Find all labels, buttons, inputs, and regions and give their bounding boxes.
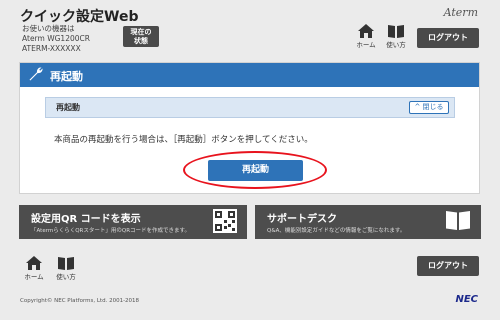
header-usage-button[interactable]: 使い方 <box>384 24 408 49</box>
support-card-desc: Q&A、機能別設定ガイドなどの情報をご覧になれます。 <box>267 228 406 234</box>
header-home-button[interactable]: ホーム <box>354 24 378 49</box>
panel-header: 再起動 <box>20 63 479 87</box>
footer-logout-button[interactable]: ログアウト <box>417 256 479 276</box>
book-icon <box>446 211 470 230</box>
device-info: お使いの機器は Aterm WG1200CR ATERM-XXXXXX <box>22 24 90 54</box>
reboot-panel: 再起動 再起動 ^ 閉じる 本商品の再起動を行う場合は、［再起動］ボタンを押して… <box>19 62 480 194</box>
device-name: ATERM-XXXXXX <box>22 44 81 53</box>
reboot-button[interactable]: 再起動 <box>208 160 303 181</box>
panel-title: 再起動 <box>50 70 83 83</box>
support-desk-card[interactable]: サポートデスク Q&A、機能別設定ガイドなどの情報をご覧になれます。 <box>255 205 481 239</box>
reboot-section-header: 再起動 ^ 閉じる <box>45 97 455 118</box>
app-title: クイック設定Web <box>20 9 139 25</box>
current-status-button[interactable]: 現在の 状態 <box>123 26 159 47</box>
footer-usage-button[interactable]: 使い方 <box>54 256 78 281</box>
footer-usage-label: 使い方 <box>56 273 76 281</box>
reboot-description: 本商品の再起動を行う場合は、［再起動］ボタンを押してください。 <box>54 135 313 145</box>
wrench-icon <box>29 67 43 81</box>
footer-home-label: ホーム <box>24 273 44 281</box>
device-model: Aterm WG1200CR <box>22 34 90 43</box>
qr-code-card[interactable]: 設定用QR コードを表示 「AtermらくらくQRスタート」用のQRコードを作成… <box>19 205 247 239</box>
header-usage-label: 使い方 <box>386 41 406 49</box>
home-icon <box>358 24 374 38</box>
book-icon <box>388 25 404 38</box>
header-logout-button[interactable]: ログアウト <box>417 28 479 48</box>
current-status-label-1: 現在の <box>130 28 152 36</box>
section-title: 再起動 <box>56 103 80 112</box>
nec-logo: NEC <box>455 294 478 305</box>
support-card-title: サポートデスク <box>267 214 337 225</box>
collapse-button[interactable]: ^ 閉じる <box>409 101 449 114</box>
footer-home-button[interactable]: ホーム <box>22 256 46 281</box>
home-icon <box>26 256 42 270</box>
header-home-label: ホーム <box>356 41 376 49</box>
current-status-label-2: 状態 <box>134 37 148 45</box>
device-info-line: お使いの機器は <box>22 24 75 33</box>
collapse-label: 閉じる <box>422 103 444 111</box>
copyright-text: Copyright© NEC Platforms, Ltd. 2001-2018 <box>20 298 140 304</box>
aterm-logo: Aterm <box>443 6 478 19</box>
qr-card-desc: 「AtermらくらくQRスタート」用のQRコードを作成できます。 <box>31 228 190 234</box>
qr-card-title: 設定用QR コードを表示 <box>31 214 141 225</box>
chevron-up-icon: ^ <box>414 103 421 111</box>
qr-code-icon <box>213 209 237 233</box>
book-icon <box>58 257 74 270</box>
